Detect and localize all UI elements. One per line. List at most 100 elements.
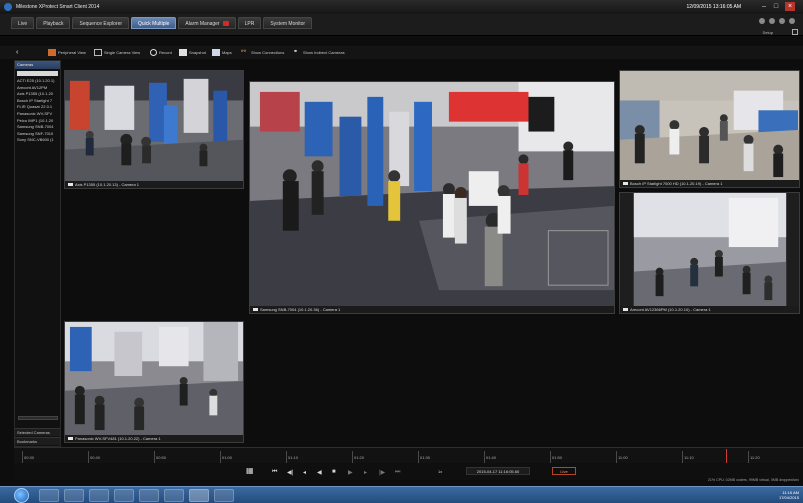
- tab-label: System Monitor: [270, 21, 306, 27]
- tab-lpr[interactable]: LPR: [237, 17, 262, 29]
- sidebar-item-camera[interactable]: Bosch IP Starlight 7: [15, 98, 60, 105]
- camera-icon: [623, 308, 628, 312]
- sidebar-item-camera[interactable]: Pelco IMP1 (10.1.20: [15, 118, 60, 125]
- notification-icon[interactable]: [769, 18, 775, 24]
- alarm-badge-icon: [222, 21, 229, 27]
- step-forward-icon[interactable]: ▸: [364, 469, 367, 476]
- start-button-icon[interactable]: [14, 488, 29, 503]
- step-back-icon[interactable]: ◂: [303, 469, 306, 476]
- timeline-tick: [286, 451, 287, 463]
- back-button[interactable]: ‹: [16, 48, 24, 57]
- timeline[interactable]: 00:30 00:40 00:50 01:00 01:10 01:20 01:3…: [14, 447, 803, 464]
- calendar-icon[interactable]: ▦: [246, 466, 254, 475]
- sidebar-item-camera[interactable]: Panasonic WV-SFV: [15, 111, 60, 118]
- next-frame-icon[interactable]: |▶: [379, 469, 385, 476]
- timeline-tick: [352, 451, 353, 463]
- system-tray-clock[interactable]: 11:16 AM 17/04/2015: [779, 490, 799, 500]
- maps-button[interactable]: Maps: [212, 48, 232, 57]
- live-button[interactable]: Live: [552, 467, 576, 475]
- folder-taskbar-icon[interactable]: [89, 489, 109, 502]
- skip-start-icon[interactable]: ⏮: [272, 469, 277, 476]
- sidebar-item-camera[interactable]: Sony SNC-VB600 (1: [15, 137, 60, 144]
- single-camera-button[interactable]: Single Camera View: [94, 48, 140, 57]
- sidebar-header: Cameras: [15, 61, 60, 69]
- maximize-icon[interactable]: □: [771, 2, 781, 11]
- timeline-playhead[interactable]: [726, 449, 727, 464]
- minimize-icon[interactable]: –: [759, 2, 769, 11]
- sidebar-item-camera[interactable]: Axis P1355 (10.1.20: [15, 91, 60, 98]
- app-taskbar-icon[interactable]: [164, 489, 184, 502]
- single-camera-icon: [94, 49, 102, 56]
- tab-label: Alarm Manager: [185, 21, 220, 27]
- tab-label: LPR: [244, 21, 255, 27]
- tab-sequence-explorer[interactable]: Sequence Explorer: [72, 17, 130, 29]
- record-button[interactable]: Record: [150, 48, 172, 57]
- camera-icon: [68, 183, 73, 187]
- sidebar-item-camera[interactable]: Samsung SNB-7004: [15, 124, 60, 131]
- timeline-tick-label: 01:40: [486, 455, 497, 460]
- sidebar-item-camera[interactable]: FLIR Quasar 22.0.1: [15, 104, 60, 111]
- workspace-tabs: Live Playback Sequence Explorer Quick Mu…: [11, 17, 314, 29]
- timeline-tick-label: 11:20: [750, 455, 760, 460]
- timeline-tick: [154, 451, 155, 463]
- play-forward-icon[interactable]: ▶: [348, 469, 353, 476]
- camera-caption-text: Panasonic WV-SFV481 (10.1.20.22) - Camer…: [75, 436, 161, 441]
- record-label: Record: [159, 50, 172, 55]
- tab-playback[interactable]: Playback: [36, 17, 71, 29]
- camera-search-input[interactable]: [17, 71, 58, 76]
- camera-view-3[interactable]: Bosch IP Starlight 7000 HD (10.1.20.19) …: [619, 70, 800, 188]
- skip-end-icon[interactable]: ⏭: [395, 469, 400, 476]
- camera-caption: Samsung SNB-7004 (10.1.20.36) - Camera 1: [250, 306, 614, 313]
- camera-icon: [623, 182, 628, 186]
- snapshot-button[interactable]: Snapshot: [179, 48, 206, 57]
- sidebar-item-camera[interactable]: Arecont AV12PM: [15, 85, 60, 92]
- tab-alarm-manager[interactable]: Alarm Manager: [178, 17, 236, 29]
- play-reverse-icon[interactable]: ◀: [317, 469, 322, 476]
- timeline-tick: [22, 451, 23, 463]
- camera-feed-3: [620, 71, 799, 180]
- camera-view-5[interactable]: Panasonic WV-SFV481 (10.1.20.22) - Camer…: [64, 321, 244, 443]
- setup-toggle-icon[interactable]: [792, 29, 798, 35]
- camera-view-2[interactable]: Samsung SNB-7004 (10.1.20.36) - Camera 1: [249, 81, 615, 314]
- status-bar: 21% CPU, 02MB coders, 99MB virtual, 0MB …: [707, 478, 799, 482]
- peripheral-view-button[interactable]: Peripheral View: [48, 48, 86, 57]
- smart-client-taskbar-icon[interactable]: [189, 489, 209, 502]
- bookmarks-section[interactable]: Bookmarks: [15, 437, 60, 445]
- speed-indicator[interactable]: 1x: [438, 469, 442, 474]
- tab-quick-multiple[interactable]: Quick Multiple: [131, 17, 177, 29]
- sidebar-item-camera[interactable]: Samsung SNF-7010: [15, 131, 60, 138]
- network-taskbar-icon[interactable]: [114, 489, 134, 502]
- camera-view-1[interactable]: Axis P1355 (10.1.20.13) - Camera 1: [64, 70, 244, 189]
- camera-icon: [68, 437, 73, 441]
- back-arrow-icon: ‹: [16, 49, 19, 56]
- camera-caption-text: Bosch IP Starlight 7000 HD (10.1.20.19) …: [630, 181, 723, 186]
- tab-system-monitor[interactable]: System Monitor: [263, 17, 313, 29]
- current-time-display[interactable]: 2015-04-17 11:16:05.60: [466, 467, 530, 475]
- record-icon: [150, 49, 157, 56]
- explorer-taskbar-icon[interactable]: [39, 489, 59, 502]
- timeline-tick-label: 11:10: [684, 455, 694, 460]
- stop-icon[interactable]: ■: [332, 469, 336, 475]
- sidebar-item-camera[interactable]: ACTi E25 (10.1.20.1): [15, 78, 60, 85]
- gear-icon[interactable]: [779, 18, 785, 24]
- camera-caption: Arecont AV12366PM (10.1.20.10) - Camera …: [620, 306, 799, 313]
- share-icon[interactable]: [759, 18, 765, 24]
- camera-feed-4: [620, 193, 799, 306]
- peripheral-view-label: Peripheral View: [58, 50, 86, 55]
- previous-frame-icon[interactable]: ◀|: [287, 469, 293, 476]
- selected-cameras-section[interactable]: Selected Cameras: [15, 428, 60, 436]
- timeline-tick-label: 11:00: [618, 455, 628, 460]
- show-indirect-cameras-button[interactable]: ⚭ Show Indirect Cameras: [293, 48, 345, 57]
- setup-button[interactable]: Setup: [763, 30, 773, 35]
- help-icon[interactable]: [789, 18, 795, 24]
- chrome-taskbar-icon[interactable]: [64, 489, 84, 502]
- tab-live[interactable]: Live: [11, 17, 35, 29]
- camera-caption: Axis P1355 (10.1.20.13) - Camera 1: [65, 181, 243, 188]
- timeline-tick: [616, 451, 617, 463]
- show-connections-button[interactable]: ⚯ Show Connections: [241, 48, 284, 57]
- media-taskbar-icon[interactable]: [214, 489, 234, 502]
- camera-view-4[interactable]: Arecont AV12366PM (10.1.20.10) - Camera …: [619, 192, 800, 314]
- terminal-taskbar-icon[interactable]: [139, 489, 159, 502]
- sidebar-scrollbar[interactable]: [18, 416, 58, 420]
- close-icon[interactable]: ×: [785, 2, 795, 11]
